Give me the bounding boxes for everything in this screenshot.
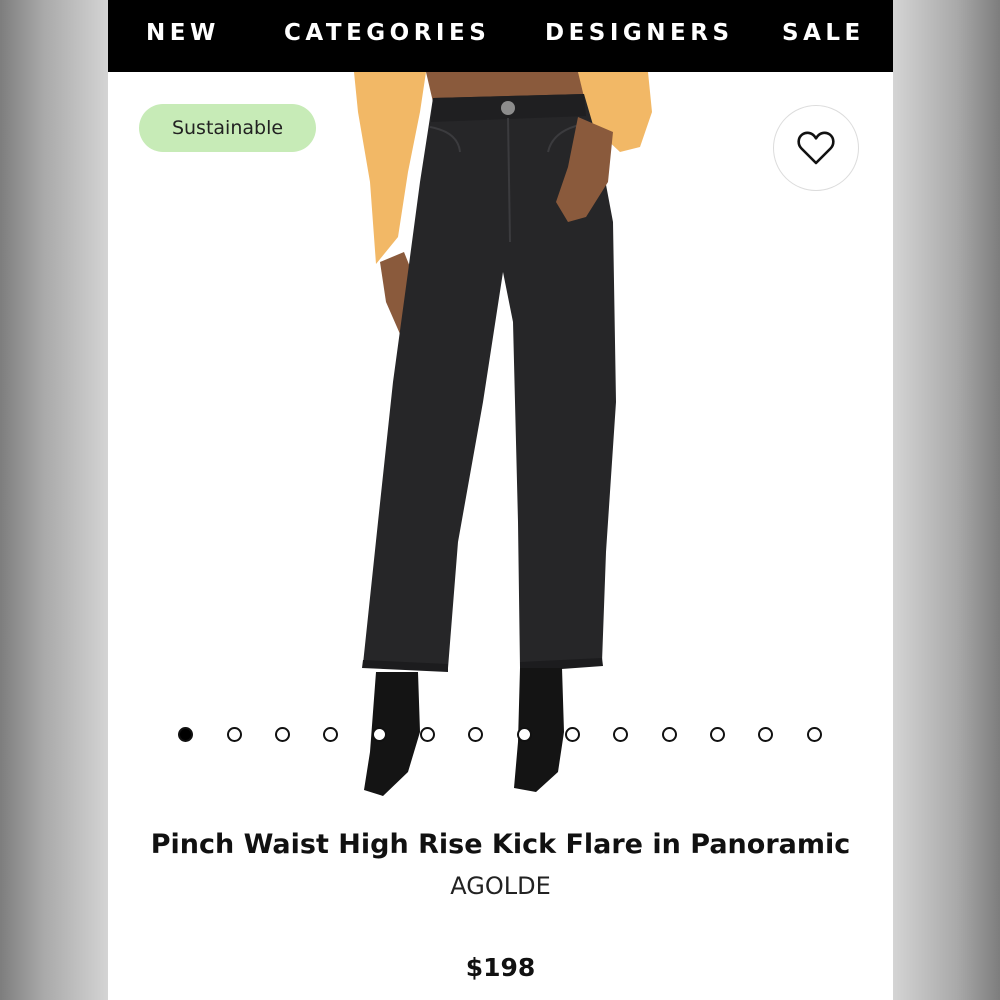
background-blur-left	[0, 0, 108, 1000]
nav-item-new[interactable]: NEW	[146, 20, 220, 46]
carousel-pagination	[108, 727, 893, 745]
product-image[interactable]	[108, 72, 893, 812]
sustainable-badge: Sustainable	[139, 104, 316, 152]
carousel-dot-13[interactable]	[758, 727, 773, 742]
carousel-dot-8[interactable]	[517, 727, 532, 742]
carousel-dot-11[interactable]	[662, 727, 677, 742]
app-screen: NEW CATEGORIES DESIGNERS SALE Sustainabl…	[108, 0, 893, 1000]
favorite-button[interactable]	[773, 105, 859, 191]
carousel-dot-6[interactable]	[420, 727, 435, 742]
carousel-dot-12[interactable]	[710, 727, 725, 742]
carousel-dot-14[interactable]	[807, 727, 822, 742]
product-price: $198	[465, 953, 536, 982]
top-navigation: NEW CATEGORIES DESIGNERS SALE	[108, 0, 893, 72]
background-blur-right	[893, 0, 1000, 1000]
product-title: Pinch Waist High Rise Kick Flare in Pano…	[150, 829, 851, 860]
product-photo-illustration	[354, 72, 652, 796]
carousel-dot-9[interactable]	[565, 727, 580, 742]
carousel-dot-7[interactable]	[468, 727, 483, 742]
carousel-dot-10[interactable]	[613, 727, 628, 742]
carousel-dot-5[interactable]	[372, 727, 387, 742]
product-brand-link[interactable]: AGOLDE	[108, 872, 893, 900]
carousel-dot-2[interactable]	[227, 727, 242, 742]
nav-item-categories[interactable]: CATEGORIES	[284, 20, 490, 46]
nav-item-designers[interactable]: DESIGNERS	[545, 20, 734, 46]
carousel-dot-1[interactable]	[178, 727, 193, 742]
screenshot-frame: NEW CATEGORIES DESIGNERS SALE Sustainabl…	[0, 0, 1000, 1000]
carousel-dot-4[interactable]	[323, 727, 338, 742]
nav-item-sale[interactable]: SALE	[782, 20, 865, 46]
heart-outline-icon	[797, 131, 835, 165]
carousel-dot-3[interactable]	[275, 727, 290, 742]
